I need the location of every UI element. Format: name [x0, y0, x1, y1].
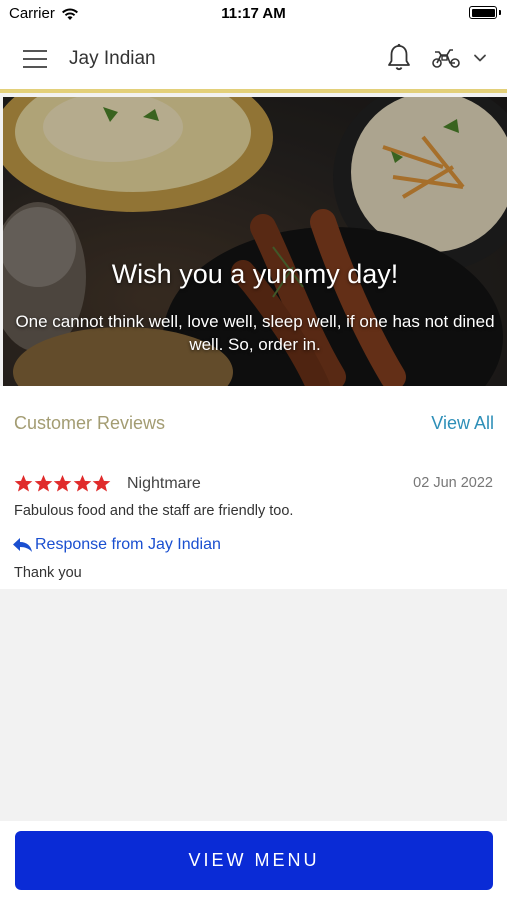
status-time: 11:17 AM	[221, 5, 286, 22]
battery-icon	[469, 6, 497, 19]
scooter-icon[interactable]	[431, 47, 461, 69]
view-all-link[interactable]: View All	[431, 413, 494, 434]
battery-tip	[499, 10, 501, 15]
view-menu-button[interactable]: VIEW MENU	[15, 831, 493, 890]
response-text: Thank you	[14, 565, 82, 581]
hero-banner: Wish you a yummy day! One cannot think w…	[3, 97, 507, 386]
chevron-down-icon[interactable]	[473, 52, 487, 64]
star-icon	[53, 474, 72, 492]
reviews-heading: Customer Reviews	[14, 413, 166, 433]
hero-title: Wish you a yummy day!	[111, 259, 399, 289]
bell-icon[interactable]	[386, 43, 412, 73]
hero-subtitle: One cannot think well, love well, sleep …	[15, 312, 495, 354]
star-icon	[73, 474, 91, 492]
review-text: Fabulous food and the staff are friendly…	[14, 503, 294, 519]
customer-reviews-section: Customer Reviews View All Nightmare 02 J…	[0, 386, 507, 589]
reply-icon	[13, 538, 32, 552]
owner-response-label: Response from Jay Indian	[12, 536, 221, 554]
star-rating	[14, 474, 112, 493]
star-icon	[14, 474, 33, 492]
reviewer-name: Nightmare	[127, 475, 201, 492]
status-bar: Carrier 11:17 AM	[0, 0, 507, 28]
review-date: 02 Jun 2022	[413, 475, 493, 491]
nav-bar: Jay Indian	[0, 28, 507, 93]
restaurant-title: Jay Indian	[69, 48, 156, 69]
star-icon	[34, 474, 52, 492]
star-icon	[92, 474, 111, 492]
response-from-text: Response from Jay Indian	[35, 536, 221, 553]
menu-icon[interactable]	[23, 50, 47, 68]
